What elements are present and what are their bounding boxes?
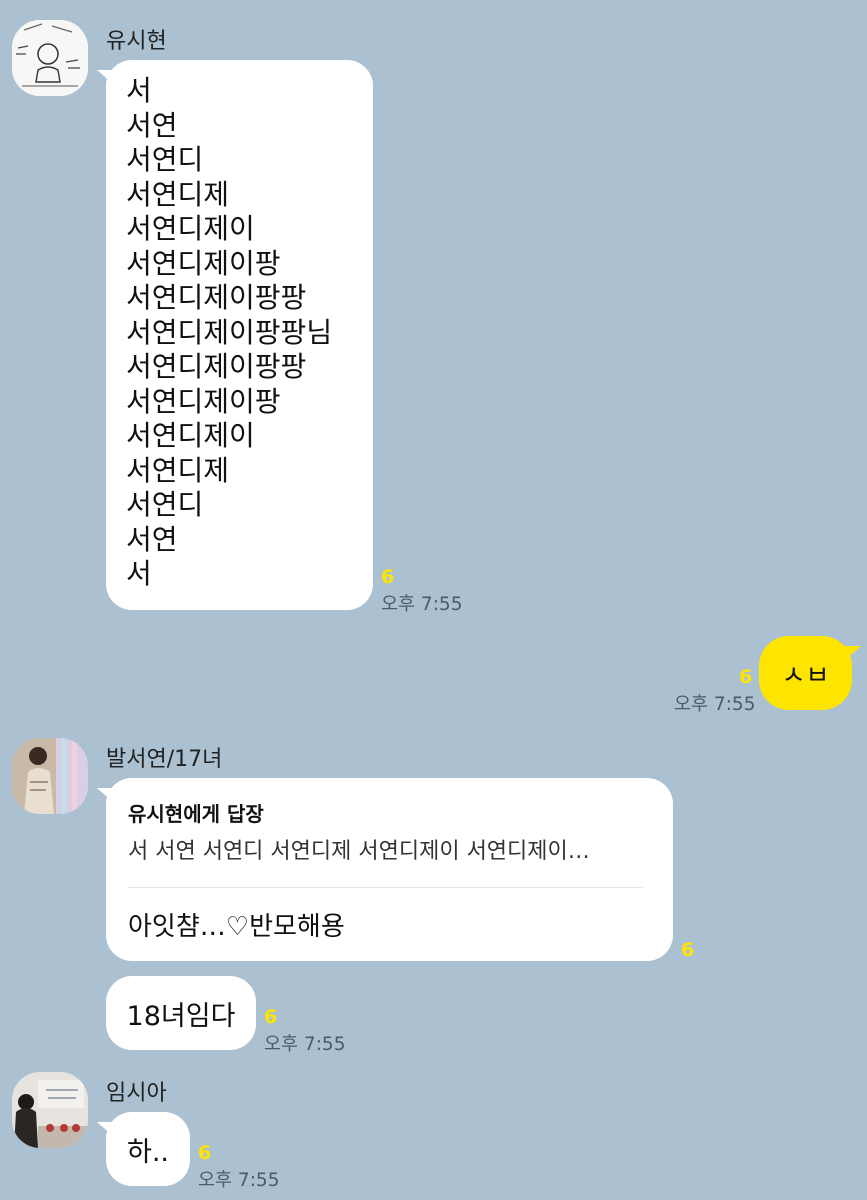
message-text: 하..: [126, 1136, 169, 1168]
unread-count: 6: [381, 566, 395, 588]
message-text: 18녀임다: [126, 1000, 236, 1032]
unread-count: 6: [681, 939, 695, 961]
sender-name: 발서연/17녀: [106, 747, 223, 772]
message-bubble[interactable]: 하..: [97, 1112, 190, 1186]
reply-message-bubble[interactable]: 유시현에게 답장 서 서연 서연디 서연디제 서연디제이 서연디제이… 아잇챰……: [97, 778, 673, 961]
unread-count: 6: [739, 666, 753, 688]
message-time: 오후 7:55: [198, 1170, 280, 1191]
unread-count: 6: [198, 1142, 212, 1164]
message-text: 아잇챰…♡반모해용: [128, 912, 345, 942]
avatar[interactable]: [12, 20, 88, 96]
avatar[interactable]: [12, 738, 88, 814]
message-text: 서 서연 서연디 서연디제 서연디제이 서연디제이팡 서연디제이팡팡 서연디제이…: [126, 74, 333, 590]
reply-preview: 서 서연 서연디 서연디제 서연디제이 서연디제이…: [128, 839, 590, 864]
message-time: 오후 7:55: [264, 1034, 346, 1055]
message-time: 오후 7:55: [674, 694, 756, 715]
avatar-sketch-icon: [12, 20, 88, 96]
sender-name: 임시아: [106, 1081, 167, 1106]
sender-name: 유시현: [106, 29, 167, 54]
message-bubble[interactable]: 서 서연 서연디 서연디제 서연디제이 서연디제이팡 서연디제이팡팡 서연디제이…: [97, 60, 373, 610]
reply-to-label: 유시현에게 답장: [128, 802, 264, 826]
message-time: 오후 7:55: [381, 594, 463, 615]
reply-divider: [128, 887, 643, 888]
avatar-photo-icon: [12, 738, 88, 814]
my-message-bubble[interactable]: ㅅㅂ: [759, 636, 861, 710]
message-text: ㅅㅂ: [781, 660, 830, 691]
message-bubble[interactable]: 18녀임다: [106, 976, 256, 1050]
avatar-photo-icon: [12, 1072, 88, 1148]
unread-count: 6: [264, 1006, 278, 1028]
avatar[interactable]: [12, 1072, 88, 1148]
